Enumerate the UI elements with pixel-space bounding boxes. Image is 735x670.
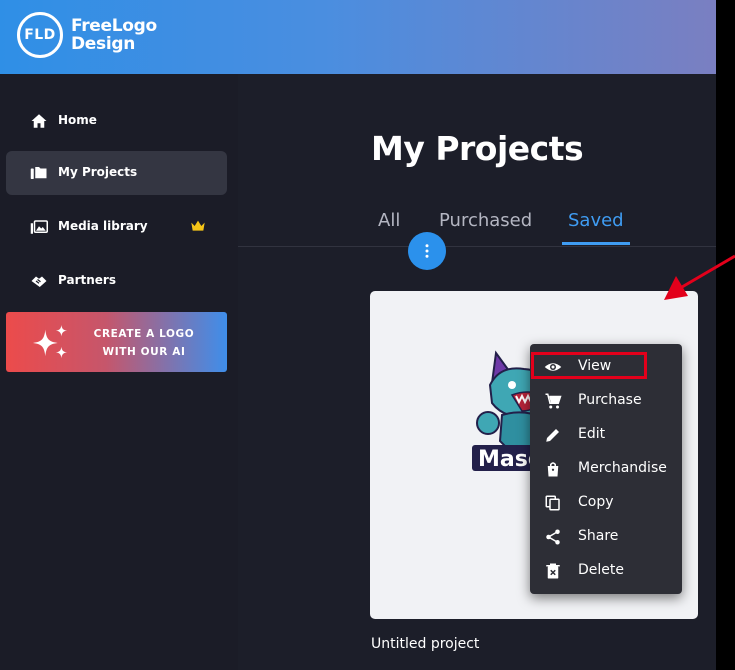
logo-line-1: FreeLogo [71,16,157,36]
sidebar-item-label: My Projects [58,165,138,179]
menu-item-delete[interactable]: Delete [530,554,682,588]
sidebar-item-label: Home [58,113,97,127]
cart-icon [545,393,562,409]
crown-icon [191,220,205,231]
sidebar-item-my-projects[interactable]: My Projects [6,151,227,195]
more-vertical-icon [425,244,429,258]
page-title: My Projects [371,129,584,168]
folder-icon [30,167,47,179]
menu-item-copy[interactable]: Copy [530,486,682,520]
handshake-icon [31,276,47,287]
shopping-bag-icon [547,462,559,477]
annotation-arrow-icon [664,254,735,300]
more-options-button[interactable] [408,232,446,270]
active-tab-indicator [562,242,630,245]
top-header: FLD FreeLogo Design [0,0,716,74]
share-icon [546,529,560,545]
create-logo-ai-button[interactable]: CREATE A LOGO WITH OUR AI [6,312,227,372]
ai-button-line-2: WITH OUR AI [102,346,186,358]
sidebar-item-media-library[interactable]: Media library [6,205,227,249]
sidebar: Home My Projects Media library Partners … [0,74,238,670]
menu-item-label: Share [578,528,619,544]
tab-purchased[interactable]: Purchased [439,210,532,231]
menu-item-label: Copy [578,494,614,510]
sidebar-item-partners[interactable]: Partners [6,259,227,303]
project-context-menu: View Purchase Edit Merchandise Copy Shar… [530,344,682,594]
menu-item-purchase[interactable]: Purchase [530,384,682,418]
view-highlight-box [531,352,647,379]
trash-icon [546,563,560,579]
logo-mark: FLD [17,12,63,58]
menu-item-edit[interactable]: Edit [530,418,682,452]
menu-item-label: Edit [578,426,606,442]
image-library-icon [30,220,48,234]
logo-wordmark: FreeLogo Design [71,17,157,53]
sidebar-item-home[interactable]: Home [6,99,227,143]
window-edge [716,0,735,670]
copy-icon [545,495,560,511]
brand-logo[interactable]: FLD FreeLogo Design [17,12,157,58]
menu-item-share[interactable]: Share [530,520,682,554]
sidebar-item-label: Media library [58,219,148,233]
project-tabs: All Purchased Saved [238,198,716,247]
logo-line-2: Design [71,34,136,54]
menu-item-label: Purchase [578,392,642,408]
ai-button-line-1: CREATE A LOGO [93,328,195,340]
app-window: FLD FreeLogo Design Home My Projects Med… [0,0,716,670]
tab-all[interactable]: All [378,210,400,231]
menu-item-label: Delete [578,562,624,578]
ai-button-label: CREATE A LOGO WITH OUR AI [80,325,208,361]
home-icon [31,114,47,128]
sidebar-item-label: Partners [58,273,116,287]
sparkle-icon [33,324,68,359]
project-name[interactable]: Untitled project [371,636,479,652]
menu-item-label: Merchandise [578,460,667,476]
menu-item-merchandise[interactable]: Merchandise [530,452,682,486]
tab-saved[interactable]: Saved [568,210,624,231]
pencil-icon [546,429,559,442]
